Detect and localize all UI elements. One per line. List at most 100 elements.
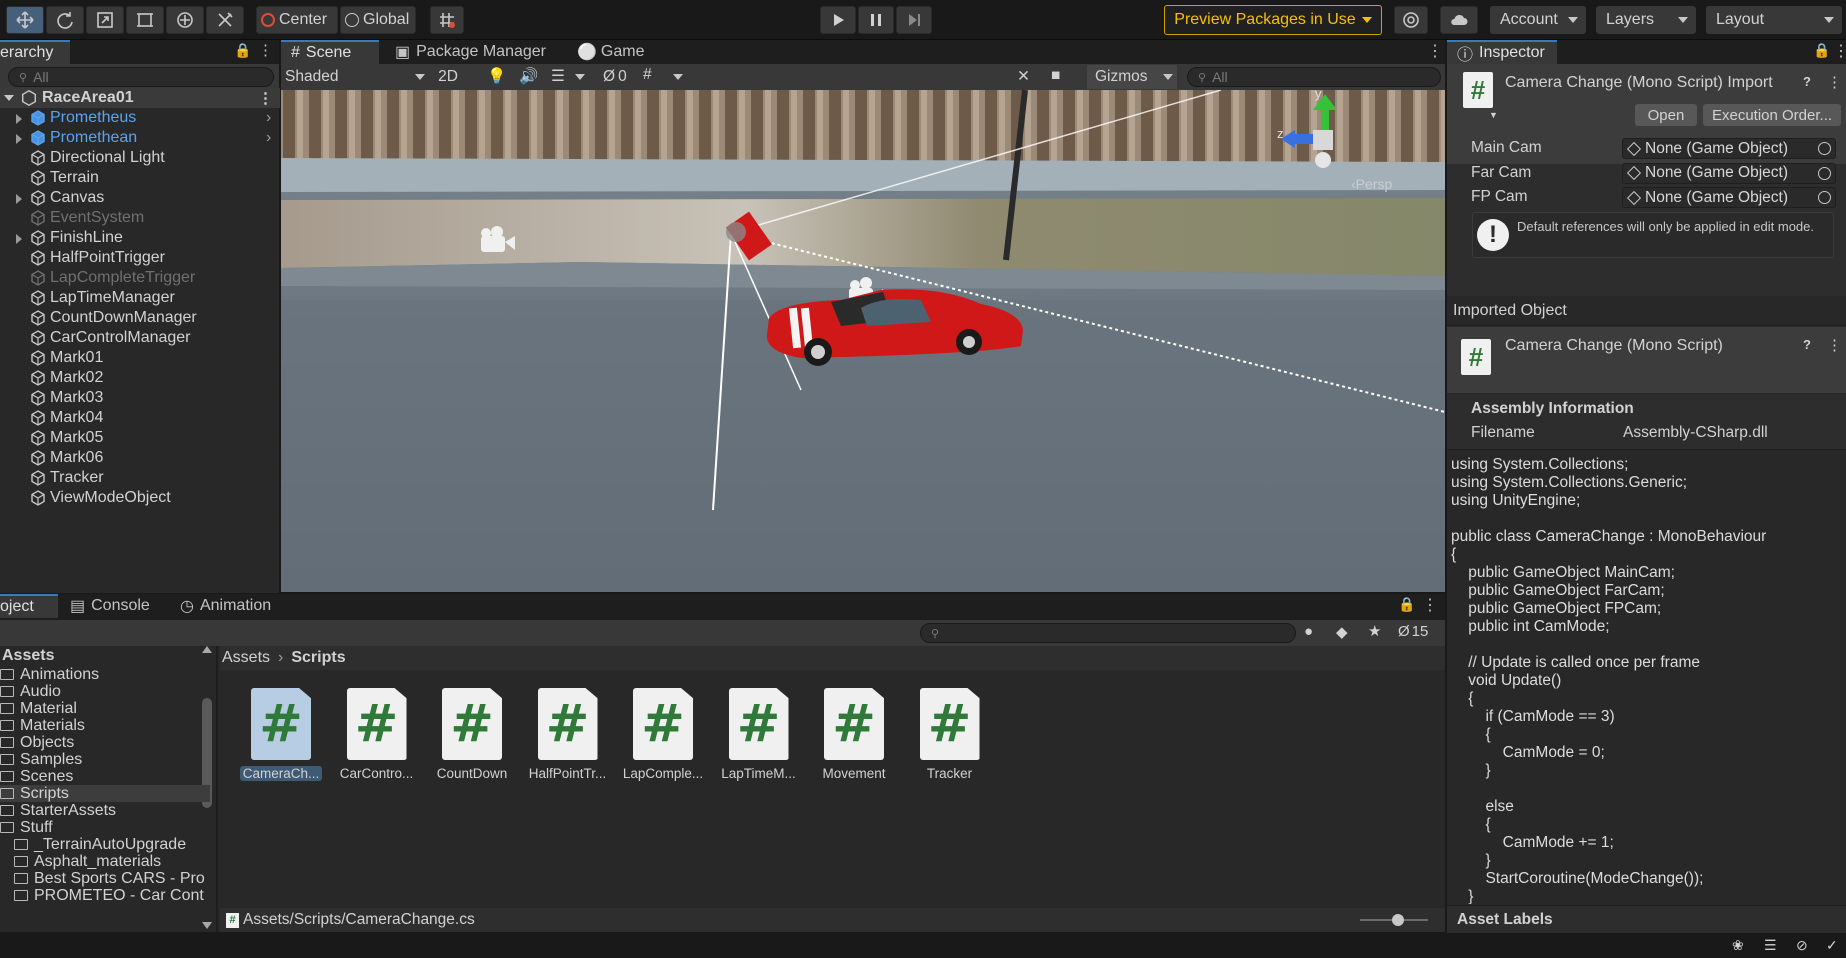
script-asset-tile[interactable]: # Movement <box>805 688 903 781</box>
scale-tool-button[interactable] <box>86 6 124 34</box>
2d-toggle-button[interactable]: 2D <box>431 66 465 88</box>
collab-button[interactable] <box>1394 6 1428 34</box>
hierarchy-item[interactable]: Prometheus › <box>0 108 280 128</box>
layers-dropdown[interactable]: Layers <box>1596 6 1696 34</box>
hidden-objects-toggle[interactable]: Ø0 <box>603 66 627 88</box>
tab-game[interactable]: ⚪ Game <box>567 40 655 64</box>
project-search-input[interactable]: ⚲ <box>920 623 1296 643</box>
folder-tree-item[interactable]: _TerrainAutoUpgrade <box>0 836 210 853</box>
global-local-toggle[interactable]: Global <box>340 6 416 34</box>
object-field-input[interactable]: None (Game Object) <box>1622 162 1836 184</box>
chevron-right-icon[interactable] <box>16 134 22 144</box>
object-field-input[interactable]: None (Game Object) <box>1622 138 1836 159</box>
more-menu-icon[interactable]: ⋮ <box>1422 595 1438 615</box>
more-menu-icon[interactable]: ⋮ <box>258 41 273 59</box>
chevron-right-icon[interactable] <box>16 234 22 244</box>
chevron-right-icon[interactable]: › <box>266 129 271 147</box>
progress-check-icon[interactable]: ✓ <box>1826 937 1838 954</box>
folder-tree-item[interactable]: Best Sports CARS - Pro <box>0 870 210 887</box>
hierarchy-item[interactable]: LapCompleteTrigger <box>0 268 280 288</box>
chevron-right-icon[interactable] <box>16 114 22 124</box>
pivot-center-toggle[interactable]: Center <box>256 6 338 34</box>
lock-icon[interactable]: 🔒 <box>1813 42 1830 59</box>
scene-viewport[interactable]: y z ‹ Persp <box>281 90 1445 592</box>
effects-toggle-icon[interactable]: ☰ <box>551 67 565 86</box>
preview-packages-button[interactable]: Preview Packages in Use <box>1164 5 1382 35</box>
scene-root-item[interactable]: RaceArea01 ⋮ <box>0 88 280 108</box>
scroll-down-arrow[interactable] <box>202 922 212 929</box>
chevron-down-icon[interactable] <box>575 74 585 80</box>
hierarchy-item[interactable]: Mark05 <box>0 428 280 448</box>
object-picker-icon[interactable] <box>1818 166 1831 180</box>
script-asset-tile[interactable]: # Tracker <box>901 688 999 781</box>
folder-tree-item[interactable]: PROMETEO - Car Cont <box>0 887 210 904</box>
hierarchy-item[interactable]: Terrain <box>0 168 280 188</box>
folder-tree-item[interactable]: Materials <box>0 717 210 734</box>
search-by-type-icon[interactable]: ● <box>1304 623 1313 640</box>
more-menu-icon[interactable]: ⋮ <box>1827 73 1842 91</box>
object-picker-icon[interactable] <box>1818 191 1831 204</box>
object-field-input[interactable]: None (Game Object) <box>1622 187 1836 208</box>
scroll-up-arrow[interactable] <box>202 646 212 653</box>
more-menu-icon[interactable]: ⋮ <box>1827 336 1842 354</box>
hierarchy-item[interactable]: HalfPointTrigger <box>0 248 280 268</box>
custom-tool-button[interactable] <box>206 6 244 34</box>
hierarchy-item[interactable]: FinishLine <box>0 228 280 248</box>
hierarchy-item[interactable]: Directional Light <box>0 148 280 168</box>
lock-icon[interactable]: 🔒 <box>234 42 251 59</box>
hierarchy-item[interactable]: EventSystem <box>0 208 280 228</box>
pause-button[interactable] <box>858 6 894 34</box>
hierarchy-search-input[interactable]: ⚲ All <box>8 67 274 87</box>
icon-size-slider-thumb[interactable] <box>1392 914 1404 926</box>
play-button[interactable] <box>820 6 856 34</box>
chevron-down-icon[interactable] <box>673 74 683 80</box>
folder-tree-item[interactable]: Asphalt_materials <box>0 853 210 870</box>
tab-console[interactable]: ▤ Console <box>60 594 160 618</box>
open-button[interactable]: Open <box>1635 104 1697 126</box>
execution-order-button[interactable]: Execution Order... <box>1703 104 1841 126</box>
folder-tree-item[interactable]: StarterAssets <box>0 802 210 819</box>
audio-toggle-icon[interactable]: 🔊 <box>519 67 538 86</box>
lighting-toggle-icon[interactable]: 💡 <box>487 67 506 86</box>
help-icon[interactable]: ? <box>1803 337 1811 352</box>
camera-settings-icon[interactable]: ■ <box>1051 67 1060 85</box>
shading-mode-dropdown[interactable]: Shaded <box>285 66 425 88</box>
projection-toggle[interactable]: ‹ Persp <box>1351 176 1392 192</box>
gizmos-dropdown[interactable]: Gizmos <box>1087 65 1177 89</box>
hierarchy-item[interactable]: Promethean › <box>0 128 280 148</box>
hierarchy-item[interactable]: LapTimeManager <box>0 288 280 308</box>
script-asset-tile[interactable]: # CameraCh... <box>232 688 330 781</box>
tab-inspector[interactable]: ⓘ Inspector <box>1447 40 1557 64</box>
hierarchy-item[interactable]: Mark03 <box>0 388 280 408</box>
breadcrumb-root[interactable]: Assets <box>222 649 270 667</box>
cache-icon[interactable]: ☰ <box>1764 937 1777 954</box>
auto-generate-lighting-icon[interactable]: ⊘ <box>1796 937 1808 954</box>
tab-animation[interactable]: ◷ Animation <box>170 594 281 618</box>
folder-tree-item[interactable]: Animations <box>0 666 210 683</box>
tools-icon[interactable]: ✕ <box>1017 67 1030 86</box>
folder-tree-item[interactable]: Material <box>0 700 210 717</box>
object-picker-icon[interactable] <box>1818 142 1831 155</box>
tab-package-manager[interactable]: ▣ Package Manager <box>385 40 556 64</box>
hierarchy-item[interactable]: ViewModeObject <box>0 488 280 508</box>
hierarchy-item[interactable]: CountDownManager <box>0 308 280 328</box>
hidden-packages-toggle[interactable]: Ø 15 <box>1398 623 1428 640</box>
script-asset-tile[interactable]: # LapTimeM... <box>710 688 808 781</box>
more-menu-icon[interactable]: ⋮ <box>1833 41 1846 61</box>
folder-tree-item[interactable]: Objects <box>0 734 210 751</box>
hierarchy-item[interactable]: Canvas <box>0 188 280 208</box>
account-dropdown[interactable]: Account <box>1490 6 1586 34</box>
folder-tree-item[interactable]: Stuff <box>0 819 210 836</box>
hierarchy-item[interactable]: Mark02 <box>0 368 280 388</box>
orientation-gizmo[interactable] <box>1281 90 1341 174</box>
tab-hierarchy[interactable]: erarchy <box>0 40 70 64</box>
script-asset-tile[interactable]: # CarContro... <box>328 688 426 781</box>
search-by-label-icon[interactable]: ◆ <box>1336 623 1348 641</box>
breadcrumb-current[interactable]: Scripts <box>291 649 345 667</box>
debug-icon[interactable]: ❀ <box>1732 937 1744 954</box>
move-tool-button[interactable] <box>6 6 44 34</box>
folder-tree-item[interactable]: Audio <box>0 683 210 700</box>
hierarchy-item[interactable]: Mark06 <box>0 448 280 468</box>
rotate-tool-button[interactable] <box>46 6 84 34</box>
hierarchy-item[interactable]: CarControlManager <box>0 328 280 348</box>
